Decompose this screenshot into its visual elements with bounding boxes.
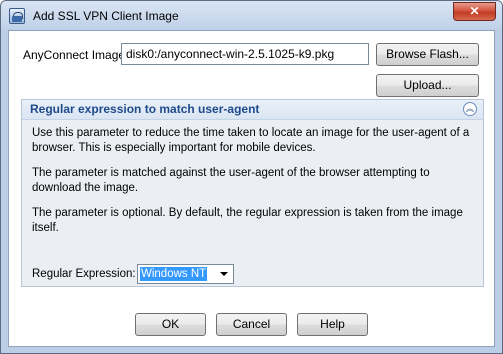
window-title: Add SSL VPN Client Image [33,9,179,23]
title-bar[interactable]: Add SSL VPN Client Image ✕ [1,1,502,30]
dialog-window: Add SSL VPN Client Image ✕ AnyConnect Im… [0,0,503,354]
regex-value[interactable]: Windows NT [140,267,208,281]
regex-panel-title: Regular expression to match user-agent [30,102,260,116]
help-button[interactable]: Help [297,313,368,336]
dialog-content: AnyConnect Image: disk0:/anyconnect-win-… [8,30,495,347]
close-button[interactable]: ✕ [453,2,496,21]
help-paragraph: The parameter is optional. By default, t… [32,207,463,234]
upload-button[interactable]: Upload... [376,74,479,97]
help-paragraph: The parameter is matched against the use… [32,167,430,194]
regex-combobox[interactable]: Windows NT [137,264,234,284]
help-paragraph: Use this parameter to reduce the time ta… [32,127,470,154]
close-icon: ✕ [469,4,480,18]
anyconnect-image-input[interactable]: disk0:/anyconnect-win-2.5.1025-k9.pkg [121,43,369,65]
anyconnect-image-label: AnyConnect Image: [23,48,129,62]
regex-panel-header[interactable]: Regular expression to match user-agent ︽ [22,100,483,120]
vpn-lock-icon [9,8,25,24]
regex-panel-body: Use this parameter to reduce the time ta… [22,120,483,286]
regex-panel: Regular expression to match user-agent ︽… [21,99,484,287]
browse-flash-button[interactable]: Browse Flash... [376,43,479,66]
chevron-down-icon[interactable] [220,272,228,276]
ok-button[interactable]: OK [135,313,206,336]
regex-label: Regular Expression: [32,268,136,280]
cancel-button[interactable]: Cancel [216,313,287,336]
collapse-up-icon[interactable]: ︽ [463,102,477,116]
